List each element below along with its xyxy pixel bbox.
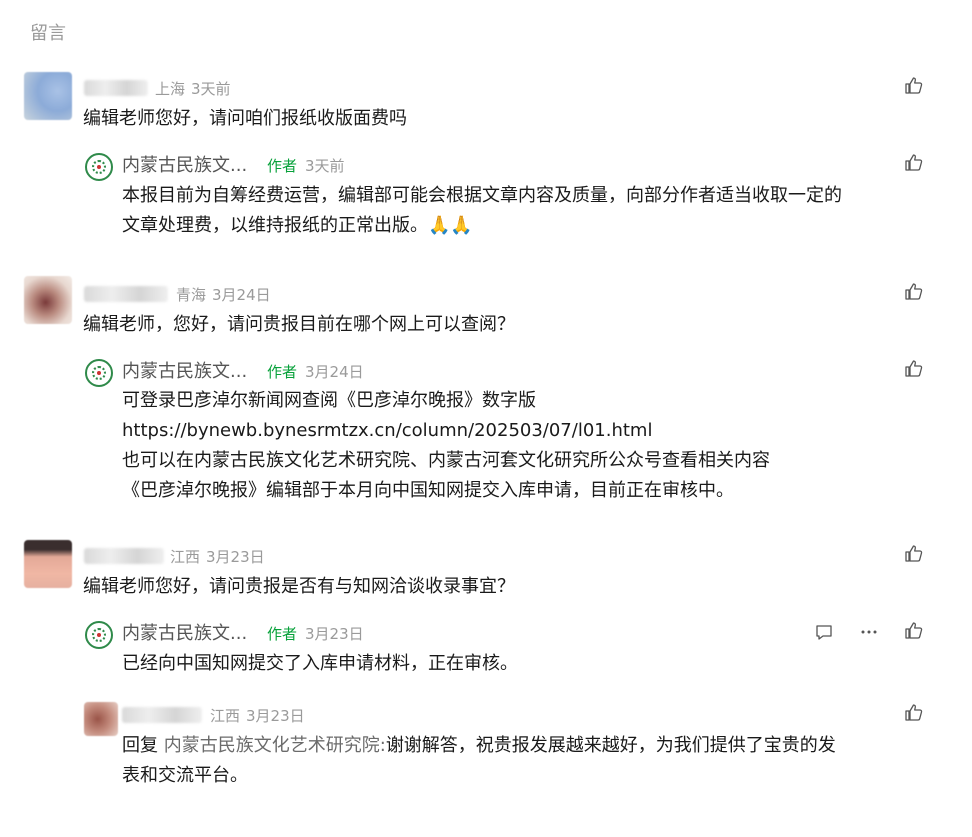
reply-target[interactable]: 内蒙古民族文化艺术研究院: — [164, 735, 386, 756]
comment-text: 编辑老师您好，请问咱们报纸收版面费吗 — [83, 108, 407, 129]
more-icon[interactable] — [859, 622, 879, 642]
reply-text: 本报目前为自筹经费运营，编辑部可能会根据文章内容及质量，向部分作者适当收取一定的… — [122, 181, 842, 241]
reply-author-name[interactable]: 内蒙古民族文... — [122, 357, 247, 383]
sub-reply-location: 江西 — [210, 707, 241, 725]
avatar[interactable] — [24, 72, 72, 120]
avatar[interactable] — [84, 702, 118, 736]
section-title: 留言 — [30, 23, 66, 44]
user-name-blurred[interactable] — [122, 707, 202, 723]
comment-location: 上海 — [155, 80, 186, 98]
comment-text: 编辑老师，您好，请问贵报目前在哪个网上可以查阅？ — [83, 314, 515, 335]
reply-text: 已经向中国知网提交了入库申请材料，正在审核。 — [122, 649, 518, 679]
reply-time: 3月23日 — [305, 625, 364, 643]
like-icon[interactable] — [904, 282, 924, 302]
comment-location: 青海 — [176, 286, 207, 304]
sub-reply-time: 3月23日 — [246, 707, 305, 725]
reply-text: 可登录巴彦淖尔新闻网查阅《巴彦淖尔晚报》数字版 https://bynewb.b… — [122, 386, 770, 506]
comment-time: 3月24日 — [212, 286, 271, 304]
author-logo[interactable] — [85, 153, 113, 181]
like-icon[interactable] — [904, 544, 924, 564]
like-icon[interactable] — [904, 703, 924, 723]
user-name-blurred[interactable] — [84, 80, 148, 96]
reply-link: https://bynewb.bynesrmtzx.cn/column/2025… — [122, 420, 653, 441]
comment-meta: 上海 3天前 — [155, 78, 231, 99]
reply-time: 3天前 — [305, 157, 345, 175]
like-icon[interactable] — [904, 76, 924, 96]
reply-line: 已经向中国知网提交了入库申请材料，正在审核。 — [122, 653, 518, 674]
author-tag: 作者 — [267, 157, 298, 175]
sub-reply-line: 表和交流平台。 — [122, 765, 248, 786]
comment-text: 编辑老师您好，请问贵报是否有与知网洽谈收录事宜？ — [83, 576, 515, 597]
avatar[interactable] — [24, 276, 72, 324]
author-logo[interactable] — [85, 621, 113, 649]
comment-time: 3天前 — [191, 80, 231, 98]
like-icon[interactable] — [904, 153, 924, 173]
author-tag: 作者 — [267, 625, 298, 643]
author-tag: 作者 — [267, 363, 298, 381]
reply-author-name[interactable]: 内蒙古民族文... — [122, 151, 247, 177]
like-icon[interactable] — [904, 621, 924, 641]
reply-line: 本报目前为自筹经费运营，编辑部可能会根据文章内容及质量，向部分作者适当收取一定的 — [122, 185, 842, 206]
sub-reply-line: 回复 内蒙古民族文化艺术研究院:谢谢解答，祝贵报发展越来越好，为我们提供了宝贵的… — [122, 731, 922, 761]
reply-line: 《巴彦淖尔晚报》编辑部于本月向中国知网提交入库申请，目前正在审核中。 — [122, 480, 734, 501]
comment-meta: 江西 3月23日 — [170, 546, 265, 567]
reply-prefix: 回复 — [122, 735, 164, 756]
user-name-blurred[interactable] — [84, 548, 164, 564]
reply-line: 文章处理费，以维持报纸的正常出版。🙏🙏 — [122, 215, 473, 236]
sub-reply-meta: 江西 3月23日 — [210, 705, 305, 726]
avatar[interactable] — [24, 540, 72, 588]
user-name-blurred[interactable] — [84, 286, 168, 302]
reply-line: 也可以在内蒙古民族文化艺术研究院、内蒙古河套文化研究所公众号查看相关内容 — [122, 450, 770, 471]
like-icon[interactable] — [904, 359, 924, 379]
reply-time: 3月24日 — [305, 363, 364, 381]
comment-meta: 青海 3月24日 — [176, 284, 271, 305]
sub-reply-text: 回复 内蒙古民族文化艺术研究院:谢谢解答，祝贵报发展越来越好，为我们提供了宝贵的… — [122, 731, 922, 791]
reply-author-name[interactable]: 内蒙古民族文... — [122, 619, 247, 645]
comment-location: 江西 — [170, 548, 201, 566]
author-logo[interactable] — [85, 359, 113, 387]
reply-line: 可登录巴彦淖尔新闻网查阅《巴彦淖尔晚报》数字版 — [122, 390, 536, 411]
comment-icon[interactable] — [814, 622, 834, 642]
comment-time: 3月23日 — [206, 548, 265, 566]
sub-reply-body: 谢谢解答，祝贵报发展越来越好，为我们提供了宝贵的发 — [385, 735, 836, 756]
